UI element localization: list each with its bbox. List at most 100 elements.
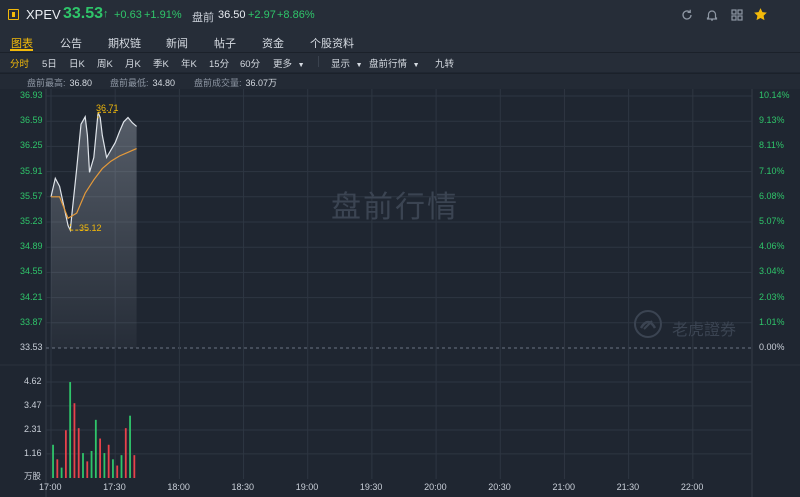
- volume-bar: [120, 455, 123, 478]
- premarket-quote-label: 盘前行情: [369, 59, 408, 70]
- last-price: 33.53: [63, 5, 104, 22]
- time-axis-label: 17:00: [39, 482, 62, 492]
- time-axis-label: 19:00: [295, 482, 319, 492]
- premarket-low-label: 盘前最低:: [110, 78, 149, 88]
- period-intraday[interactable]: 分时: [10, 56, 29, 70]
- premarket-high: 盘前最高: 36.80: [27, 76, 92, 89]
- volume-axis-label: 1.16: [24, 447, 42, 458]
- price-axis-label: 36.25: [20, 140, 43, 151]
- caret-down-icon: ▼: [355, 62, 363, 69]
- period-60min[interactable]: 60分: [240, 56, 260, 70]
- price-axis-label: 36.93: [20, 90, 43, 100]
- price-chart[interactable]: [0, 89, 800, 497]
- tab-profile[interactable]: 个股资料: [310, 35, 354, 51]
- tab-announcements[interactable]: 公告: [60, 35, 82, 51]
- volume-axis-label: 3.47: [24, 399, 42, 410]
- volume-bar: [77, 428, 80, 478]
- volume-bar: [116, 465, 119, 478]
- more-periods-label: 更多: [273, 59, 293, 70]
- premarket-label: 盘前: [192, 12, 214, 24]
- price-change-pct: +1.91%: [144, 9, 182, 21]
- volume-bar: [133, 455, 136, 478]
- time-axis-label: 17:30: [103, 482, 126, 492]
- display-dropdown[interactable]: 显示 ▼: [331, 56, 363, 70]
- pct-axis-label: 7.10%: [759, 165, 785, 176]
- premarket-watermark: 盘前行情: [331, 190, 459, 225]
- volume-bar: [129, 415, 131, 478]
- volume-bar: [94, 419, 97, 478]
- pct-axis-label: 4.06%: [759, 241, 785, 252]
- price-axis-label: 34.55: [20, 266, 43, 277]
- price-axis-label: 33.87: [20, 316, 43, 327]
- callout-high: 36.71: [96, 103, 119, 113]
- caret-down-icon: ▼: [297, 62, 305, 69]
- price-axis-label: 34.89: [20, 241, 43, 252]
- volume-bar: [73, 403, 76, 478]
- volume-bar: [124, 428, 127, 478]
- time-axis-label: 18:00: [167, 482, 190, 492]
- pct-axis-label: 0.00%: [759, 342, 785, 352]
- volume-bar: [56, 459, 59, 478]
- volume-axis-label: 4.62: [24, 376, 42, 387]
- pct-axis-label: 1.01%: [759, 316, 785, 327]
- premarket-volume: 盘前成交量: 36.07万: [194, 76, 277, 89]
- grid-icon[interactable]: [730, 8, 744, 22]
- refresh-icon[interactable]: [680, 8, 694, 22]
- volume-bar: [52, 444, 54, 478]
- tab-option-chain[interactable]: 期权链: [108, 35, 141, 51]
- more-periods-dropdown[interactable]: 更多 ▼: [273, 56, 305, 70]
- tiger-logo-icon: [634, 310, 662, 338]
- period-15min[interactable]: 15分: [209, 56, 229, 70]
- premarket-price: 36.50: [218, 9, 246, 21]
- period-monthly-k[interactable]: 月K: [125, 56, 141, 70]
- volume-bar: [90, 451, 93, 478]
- price-axis-label: 34.21: [20, 291, 43, 302]
- ticker-symbol: XPEV: [26, 7, 61, 22]
- premarket-change: +2.97: [248, 9, 276, 21]
- volume-bar: [86, 461, 89, 478]
- caret-down-icon: ▼: [412, 62, 420, 69]
- time-axis-label: 21:30: [616, 482, 640, 492]
- premarket-change-pct: +8.86%: [277, 9, 315, 21]
- tab-posts[interactable]: 帖子: [214, 35, 236, 51]
- period-5day[interactable]: 5日: [42, 56, 57, 70]
- active-tab-indicator: [10, 49, 33, 51]
- period-yearly-k[interactable]: 年K: [181, 56, 197, 70]
- volume-bar: [103, 453, 106, 478]
- period-daily-k[interactable]: 日K: [69, 56, 85, 70]
- price-axis-label: 35.23: [20, 216, 43, 226]
- toolbar-divider: [318, 56, 319, 67]
- premarket-high-value: 36.80: [69, 78, 93, 88]
- price-axis-label: 36.59: [20, 115, 43, 126]
- pct-axis-label: 6.08%: [759, 190, 785, 201]
- premarket-volume-value: 36.07万: [245, 78, 278, 88]
- nine-turn-button[interactable]: 九转: [435, 56, 454, 70]
- star-icon[interactable]: [753, 7, 768, 22]
- volume-bar: [99, 438, 102, 478]
- time-axis-label: 22:00: [680, 482, 704, 492]
- period-weekly-k[interactable]: 周K: [97, 56, 113, 70]
- tab-capital[interactable]: 资金: [262, 35, 284, 51]
- collapse-icon[interactable]: [8, 9, 19, 20]
- bell-icon[interactable]: [705, 8, 719, 22]
- volume-bar: [112, 459, 114, 478]
- volume-bar: [107, 444, 110, 478]
- premarket-volume-label: 盘前成交量:: [194, 78, 242, 88]
- pct-axis-label: 2.03%: [759, 291, 785, 302]
- premarket-low-value: 34.80: [152, 78, 176, 88]
- time-axis-label: 20:30: [488, 482, 511, 492]
- price-axis-label: 35.57: [20, 190, 43, 201]
- pct-axis-label: 5.07%: [759, 216, 785, 226]
- price-up-arrow-icon: ↑: [103, 8, 109, 20]
- pct-axis-label: 9.13%: [759, 115, 785, 126]
- time-axis-label: 20:00: [424, 482, 447, 492]
- time-axis-label: 18:30: [231, 482, 255, 492]
- period-quarterly-k[interactable]: 季K: [153, 56, 169, 70]
- premarket-high-label: 盘前最高:: [27, 78, 66, 88]
- volume-unit-label: 万股: [24, 471, 42, 481]
- tab-news[interactable]: 新闻: [166, 35, 188, 51]
- premarket-quote-dropdown[interactable]: 盘前行情 ▼: [369, 56, 420, 70]
- pct-axis-label: 8.11%: [759, 140, 784, 151]
- brand-watermark-text: 老虎證券: [672, 320, 737, 339]
- price-change: +0.63: [114, 9, 142, 21]
